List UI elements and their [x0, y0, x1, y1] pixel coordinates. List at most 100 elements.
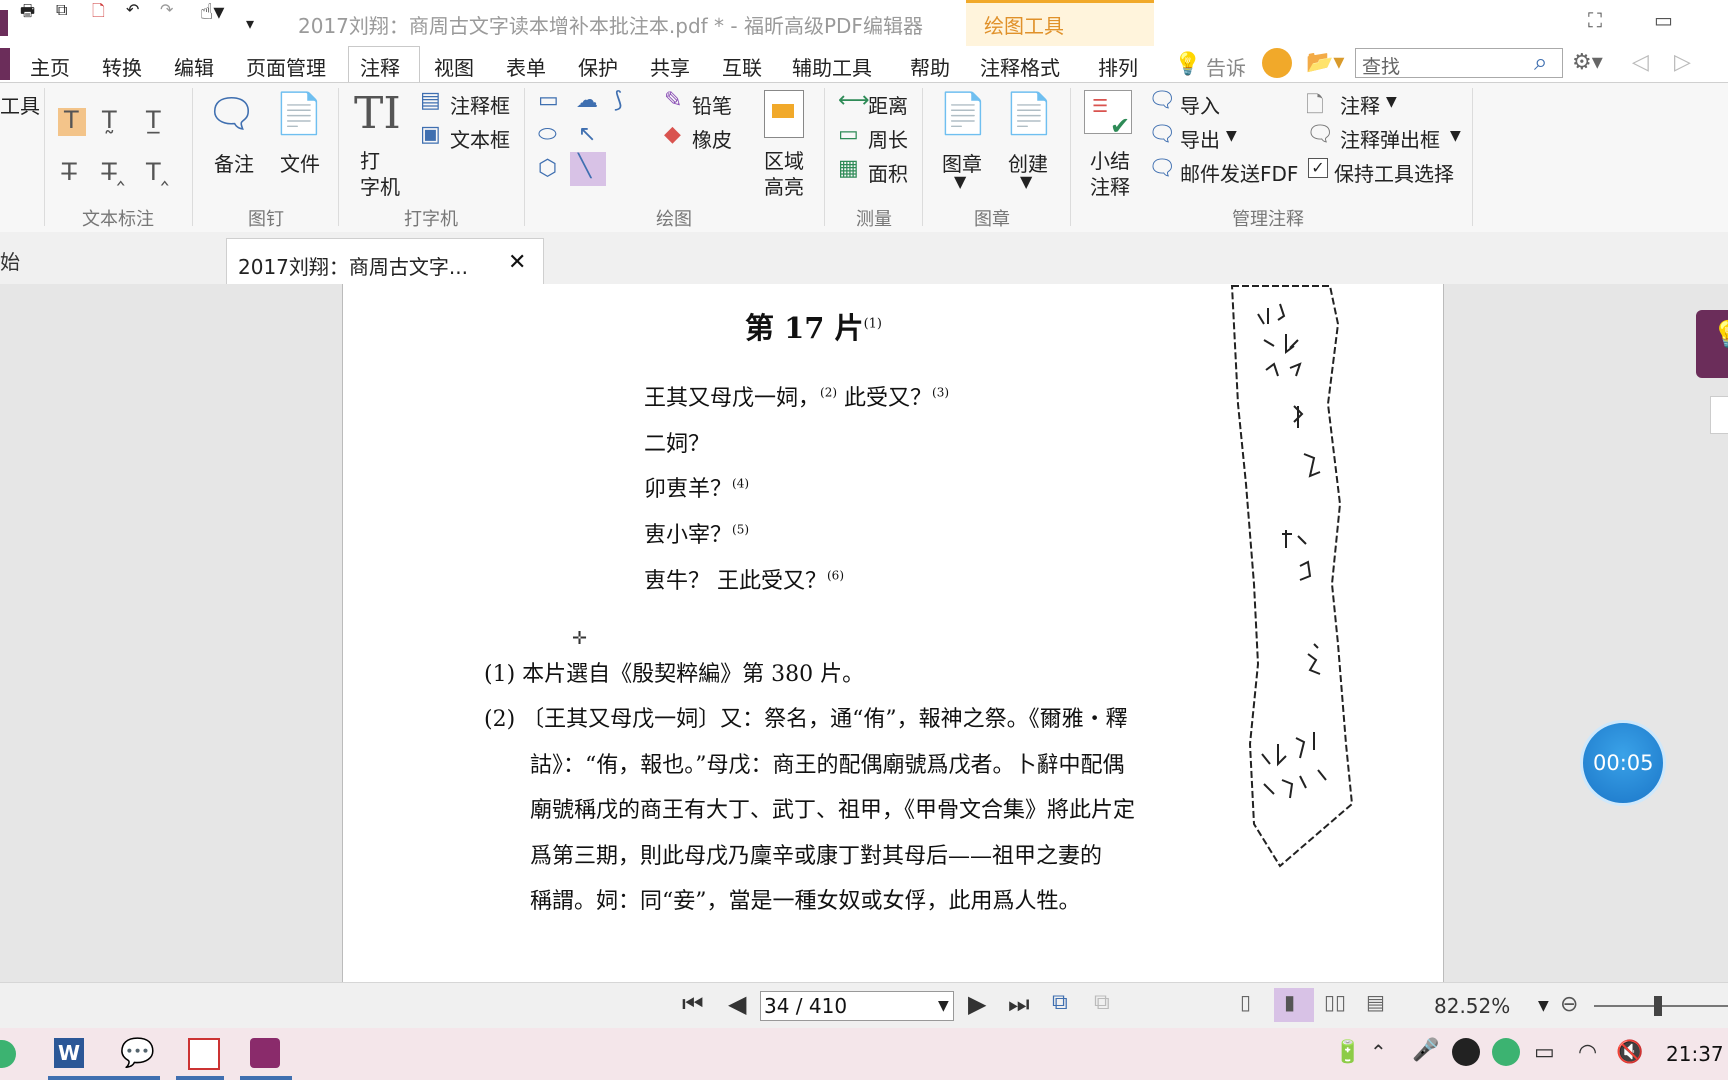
folder-search-icon[interactable]: 📂▾	[1306, 50, 1344, 75]
tab-home[interactable]: 主页	[30, 52, 70, 81]
comments-icon[interactable]: 🗋	[1306, 88, 1324, 126]
textbox-icon[interactable]: ▣	[420, 122, 441, 147]
oval-icon[interactable]: ⬭	[538, 122, 557, 147]
area-highlight-button[interactable]: 区域 高亮	[764, 148, 804, 200]
customize-qa-icon[interactable]: ▾	[246, 14, 254, 33]
insert-text-icon[interactable]: T‸	[146, 158, 169, 186]
export-icon[interactable]: 🗨	[1148, 122, 1176, 147]
file-attach-icon[interactable]: 📄	[274, 90, 324, 137]
export-dropdown-icon[interactable]: ▼	[1226, 128, 1237, 144]
typewriter-button[interactable]: 打 字机	[360, 148, 400, 200]
perimeter-button[interactable]: 周长	[868, 124, 908, 153]
polyline-icon[interactable]: ⟆	[614, 88, 623, 113]
copy-icon[interactable]: ⧉	[56, 0, 67, 20]
pencil-button[interactable]: 铅笔	[692, 90, 732, 119]
pdf-editor-icon[interactable]	[250, 1038, 280, 1068]
zoom-out-icon[interactable]: ⊖	[1560, 992, 1578, 1017]
area-measure-icon[interactable]: ▦	[838, 156, 859, 181]
gear-icon[interactable]: ⚙▾	[1572, 50, 1603, 75]
zoom-slider-thumb[interactable]	[1654, 996, 1662, 1016]
summarize-button[interactable]: 小结 注释	[1090, 148, 1130, 200]
back-icon[interactable]: ◁	[1632, 50, 1649, 75]
eraser-icon[interactable]: ◆	[664, 122, 681, 147]
page-view-alt-icon[interactable]: ⧉	[1094, 990, 1110, 1015]
strikeout-icon[interactable]: T̶	[62, 158, 77, 186]
distance-icon[interactable]: ⟷	[838, 88, 870, 113]
underline-icon[interactable]: T̲	[146, 106, 161, 134]
chevron-up-icon[interactable]: ⌃	[1370, 1040, 1387, 1064]
hand-tool-icon[interactable]: ☝▾	[200, 0, 224, 25]
volume-muted-icon[interactable]: 🔇	[1616, 1040, 1643, 1065]
seal-app-icon[interactable]	[188, 1038, 220, 1070]
eraser-button[interactable]: 橡皮	[692, 124, 732, 153]
facing-page-icon[interactable]: ▯▯	[1324, 990, 1346, 1014]
zoom-level[interactable]: 82.52%	[1434, 994, 1510, 1018]
distance-button[interactable]: 距离	[868, 90, 908, 119]
replace-text-icon[interactable]: T̶‸	[102, 158, 125, 186]
polygon-icon[interactable]: ⬡	[538, 156, 557, 181]
export-button[interactable]: 导出	[1180, 124, 1220, 153]
side-panel-handle[interactable]	[1710, 396, 1728, 434]
popup-icon[interactable]: 🗨	[1306, 122, 1334, 147]
search-icon[interactable]: ⌕	[1534, 48, 1547, 76]
import-button[interactable]: 导入	[1180, 90, 1220, 119]
tab-comment-format[interactable]: 注释格式	[980, 52, 1060, 81]
rectangle-icon[interactable]: ▭	[538, 88, 559, 113]
underline-squiggly-icon[interactable]: T̰	[102, 106, 117, 134]
create-dropdown-icon[interactable]: ▼	[1020, 172, 1032, 191]
perimeter-icon[interactable]: ▭	[838, 122, 859, 147]
import-icon[interactable]: 🗨	[1148, 88, 1176, 113]
callout-icon[interactable]: ▤	[420, 88, 441, 113]
tab-help[interactable]: 帮助	[910, 52, 950, 81]
prev-page-icon[interactable]: ◀	[728, 990, 746, 1018]
note-button[interactable]: 备注	[214, 148, 254, 177]
new-file-icon[interactable]: 🗋	[92, 0, 105, 27]
wifi-icon[interactable]: ◠	[1578, 1040, 1597, 1065]
word-icon[interactable]: W	[54, 1038, 84, 1068]
last-page-icon[interactable]: ⏭	[1008, 990, 1030, 1018]
note-icon[interactable]: 🗨	[206, 90, 257, 137]
forward-icon[interactable]: ▷	[1674, 50, 1691, 75]
tell-me[interactable]: 告诉	[1206, 52, 1246, 81]
callout-button[interactable]: 注释框	[450, 90, 510, 119]
tab-forms[interactable]: 表单	[506, 52, 546, 81]
print-icon[interactable]: 🖶	[20, 0, 35, 27]
tab-edit[interactable]: 编辑	[174, 52, 214, 81]
textbox-button[interactable]: 文本框	[450, 124, 510, 153]
restore-icon[interactable]: ⛶	[1588, 8, 1602, 32]
typewriter-icon[interactable]: TI	[354, 88, 401, 139]
tab-connect[interactable]: 互联	[722, 52, 762, 81]
create-stamp-icon[interactable]: 📄	[1004, 90, 1054, 137]
tab-convert[interactable]: 转换	[102, 52, 142, 81]
tab-page-management[interactable]: 页面管理	[246, 52, 326, 81]
file-menu-edge[interactable]	[0, 48, 10, 80]
tray-plus-icon[interactable]	[1492, 1038, 1520, 1066]
heart-icon[interactable]	[1262, 48, 1292, 78]
tab-protect[interactable]: 保护	[578, 52, 618, 81]
cloud-icon[interactable]: ☁	[576, 88, 598, 113]
close-icon[interactable]: ✕	[508, 250, 526, 275]
zoom-dropdown-icon[interactable]: ▼	[1538, 998, 1549, 1014]
minimize-icon[interactable]: ▭	[1654, 8, 1673, 32]
stamp-dropdown-icon[interactable]: ▼	[954, 172, 966, 191]
arrow-icon[interactable]: ↖	[578, 122, 596, 147]
tab-view[interactable]: 视图	[434, 52, 474, 81]
tab-arrange[interactable]: 排列	[1098, 52, 1138, 81]
first-page-icon[interactable]: ⏮	[682, 990, 704, 1018]
battery-tray-icon[interactable]: 🔋	[1334, 1040, 1361, 1065]
email-fdf-button[interactable]: 邮件发送FDF	[1180, 158, 1298, 187]
page-dropdown-icon[interactable]: ▼	[938, 998, 949, 1014]
clock[interactable]: 21:37	[1666, 1042, 1724, 1066]
comments-button[interactable]: 注释	[1340, 90, 1380, 119]
popup-dropdown-icon[interactable]: ▼	[1450, 128, 1461, 144]
tab-accessibility[interactable]: 辅助工具	[792, 52, 872, 81]
stamp-icon[interactable]: 📄	[938, 90, 988, 137]
power-icon[interactable]: ▭	[1534, 1040, 1555, 1065]
single-page-icon[interactable]: ▯	[1240, 990, 1251, 1014]
microphone-icon[interactable]: 🎤	[1412, 1038, 1439, 1063]
comments-dropdown-icon[interactable]: ▼	[1386, 94, 1397, 110]
pencil-icon[interactable]: ✎	[664, 88, 682, 113]
tab-start-page[interactable]: 始	[0, 246, 20, 275]
email-fdf-icon[interactable]: 🗨	[1148, 156, 1176, 181]
page-view-icon[interactable]: ⧉	[1052, 990, 1068, 1015]
